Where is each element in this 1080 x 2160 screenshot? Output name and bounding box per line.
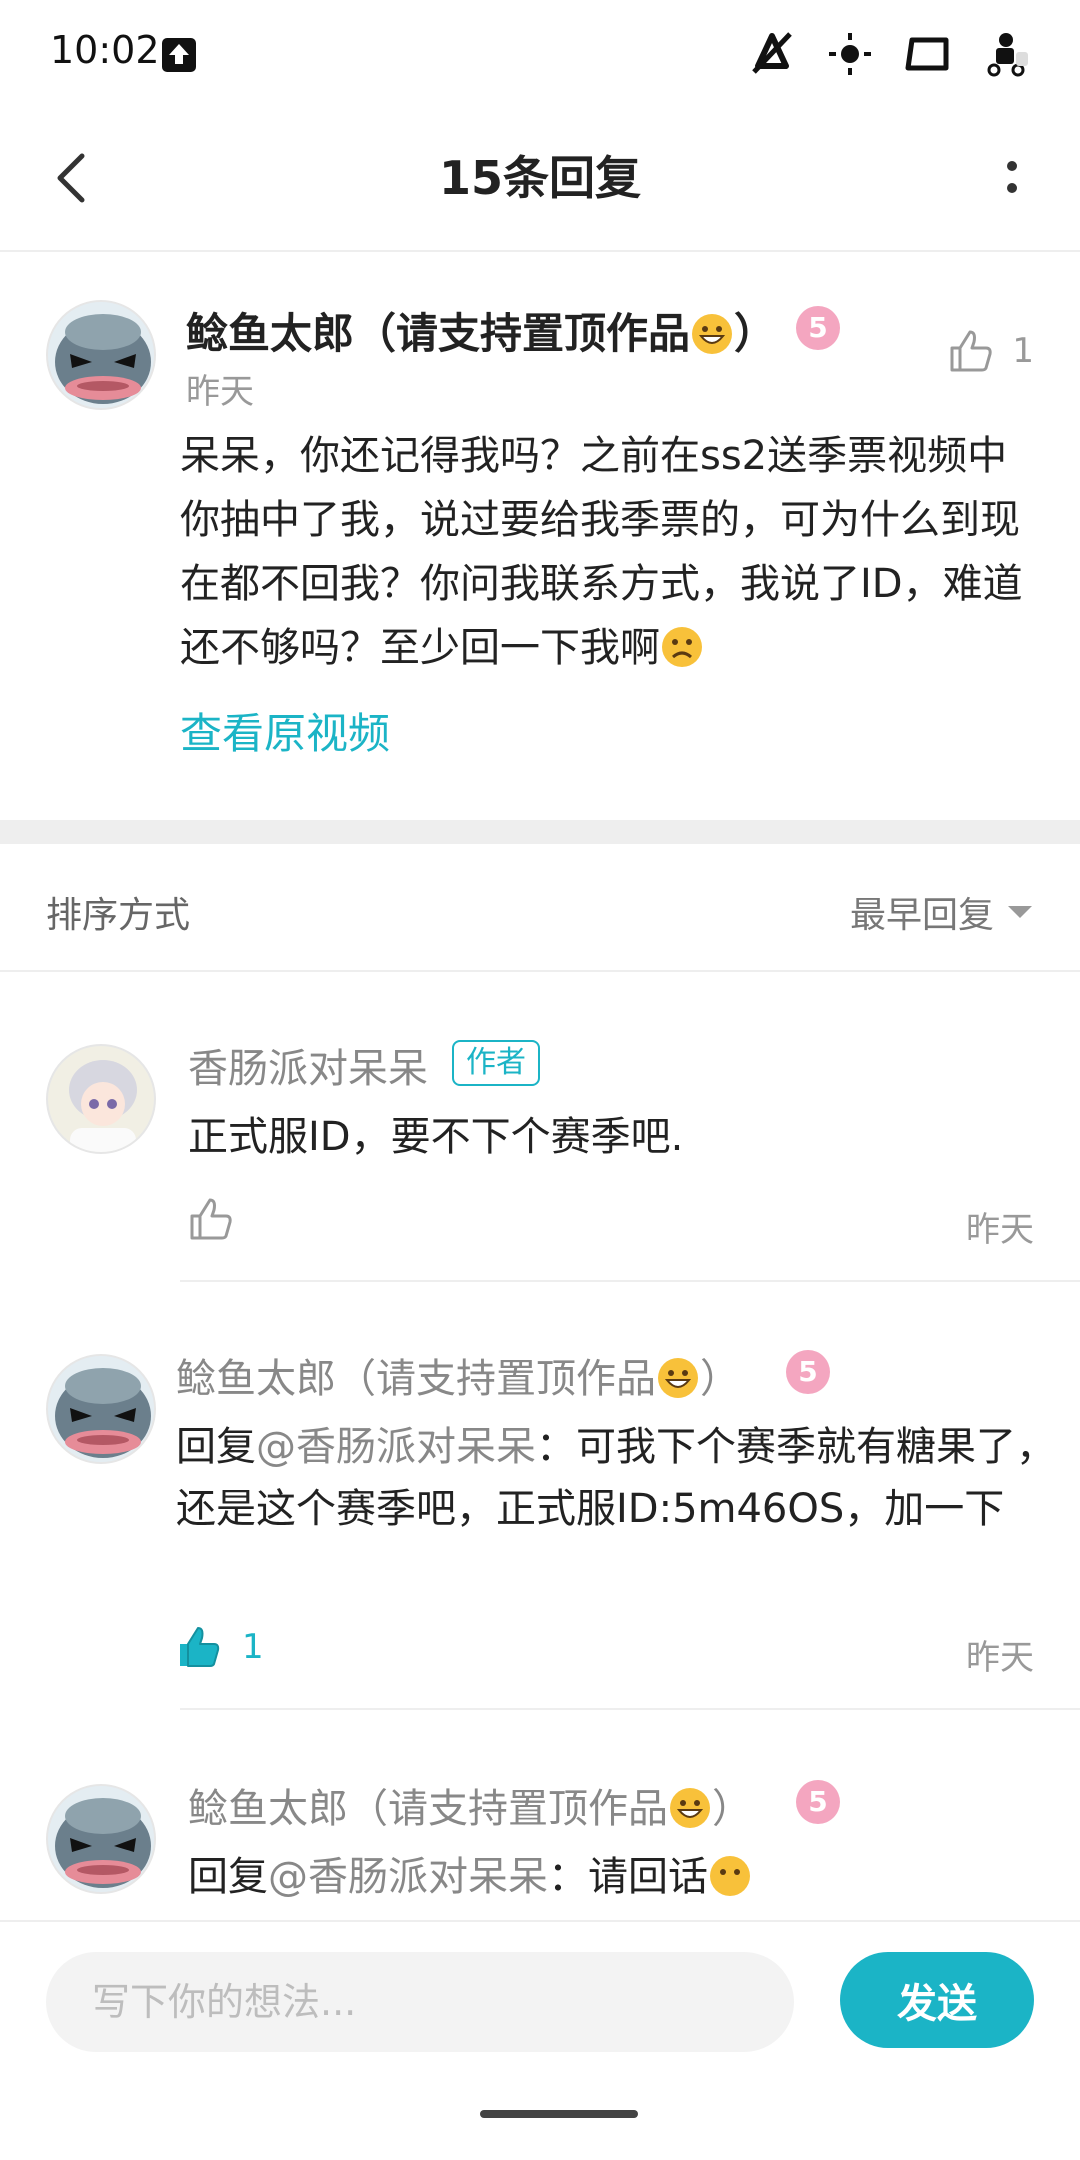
reply-prefix: 回复 [188,1854,268,1900]
reply-time: 昨天 [966,1638,1034,1678]
view-original-video-link[interactable]: 查看原视频 [180,700,390,761]
mention-link[interactable]: @香肠派对呆呆 [268,1854,548,1900]
avatar[interactable] [46,1354,156,1464]
like-count: 1 [242,1627,264,1667]
status-icons [748,26,1030,82]
thumbs-up-icon [950,330,993,372]
avatar[interactable] [46,1784,156,1894]
level-badge: 5 [786,1350,830,1394]
reply-author-suffix: ） [712,1786,752,1832]
top-bar: 15条回复 [0,108,1080,252]
comment-text: 呆呆，你还记得我吗？之前在ss2送季票视频中你抽中了我，说过要给我季票的，可为什… [180,424,1040,680]
reply-author[interactable]: 香肠派对呆呆 [188,1036,428,1094]
sort-bar: 排序方式 最早回复 [0,844,1080,972]
page-title: 15条回复 [438,151,641,205]
comment-author-suffix: ） [734,309,777,358]
comment-time: 昨天 [186,372,254,412]
comment-input[interactable] [46,1952,794,2052]
comment-input-bar: 发送 [0,1920,1080,2080]
neutral-face-emoji-icon [710,1856,750,1896]
comment-author[interactable]: 鲶鱼太郎（请支持置顶作品 ） [186,300,776,361]
thumbs-up-filled-icon [180,1627,220,1667]
sort-dropdown[interactable]: 最早回复 [850,886,1034,938]
level-badge: 5 [796,1780,840,1824]
section-divider [0,820,1080,844]
like-button[interactable]: 1 [176,1624,264,1670]
reply-item: 香肠派对呆呆 作者 正式服ID，要不下个赛季吧. 昨天 [0,974,1080,1284]
notifications-off-icon [752,32,792,74]
divider [180,1708,1080,1710]
home-indicator[interactable] [480,2110,638,2118]
status-time: 10:02 [50,28,160,72]
level-badge: 5 [796,306,840,350]
sort-value: 最早回复 [849,895,994,936]
brightness-icon [829,33,871,75]
comment-body: 呆呆，你还记得我吗？之前在ss2送季票视频中你抽中了我，说过要给我季票的，可为什… [180,433,1023,671]
like-count: 1 [1012,331,1034,371]
status-bar: 10:02 [0,0,1080,108]
reply-item: 鲶鱼太郎（请支持置顶作品 ） 5 回复@香肠派对呆呆：可我下个赛季就有糖果了，还是… [0,1282,1080,1712]
avatar[interactable] [46,1044,156,1154]
send-button[interactable]: 发送 [840,1952,1034,2048]
reply-author-name: 鲶鱼太郎（请支持置顶作品 [176,1356,656,1402]
screen-icon [905,37,949,71]
reply-text: 回复@香肠派对呆呆：请回话 [188,1846,1068,1908]
main-comment: 鲶鱼太郎（请支持置顶作品 ） 5 昨天 1 呆呆，你还记得我吗？之前在ss2送季票… [0,252,1080,820]
reply-author-name: 鲶鱼太郎（请支持置顶作品 [188,1786,668,1832]
delivery-scooter-icon [987,33,1028,77]
grinning-emoji-icon [692,314,733,354]
reply-author[interactable]: 鲶鱼太郎（请支持置顶作品 ） [176,1346,740,1404]
reply-time: 昨天 [966,1210,1034,1250]
chevron-down-icon [1008,906,1032,918]
reply-prefix: 回复 [176,1424,256,1470]
reply-body: ：请回话 [548,1854,708,1900]
reply-author[interactable]: 鲶鱼太郎（请支持置顶作品 ） [188,1776,752,1834]
grinning-emoji-icon [658,1358,698,1398]
mention-link[interactable]: @香肠派对呆呆 [256,1424,536,1470]
reply-author-suffix: ） [700,1356,740,1402]
upload-icon [162,38,196,72]
like-button[interactable]: 1 [948,328,1034,374]
reply-item: 鲶鱼太郎（请支持置顶作品 ） 5 回复@香肠派对呆呆：请回话 [0,1712,1080,1920]
reply-text: 正式服ID，要不下个赛季吧. [188,1114,684,1160]
like-button[interactable] [188,1196,254,1242]
avatar[interactable] [46,300,156,410]
more-vertical-icon[interactable] [982,148,1042,208]
grinning-emoji-icon [670,1788,710,1828]
reply-text: 回复@香肠派对呆呆：可我下个赛季就有糖果了，还是这个赛季吧，正式服ID:5m46… [176,1416,1056,1540]
thumbs-up-icon [190,1198,232,1240]
sort-label: 排序方式 [46,895,191,936]
comment-author-name: 鲶鱼太郎（请支持置顶作品 [186,309,691,358]
author-tag: 作者 [452,1040,540,1086]
slightly-frowning-emoji-icon [662,627,702,667]
